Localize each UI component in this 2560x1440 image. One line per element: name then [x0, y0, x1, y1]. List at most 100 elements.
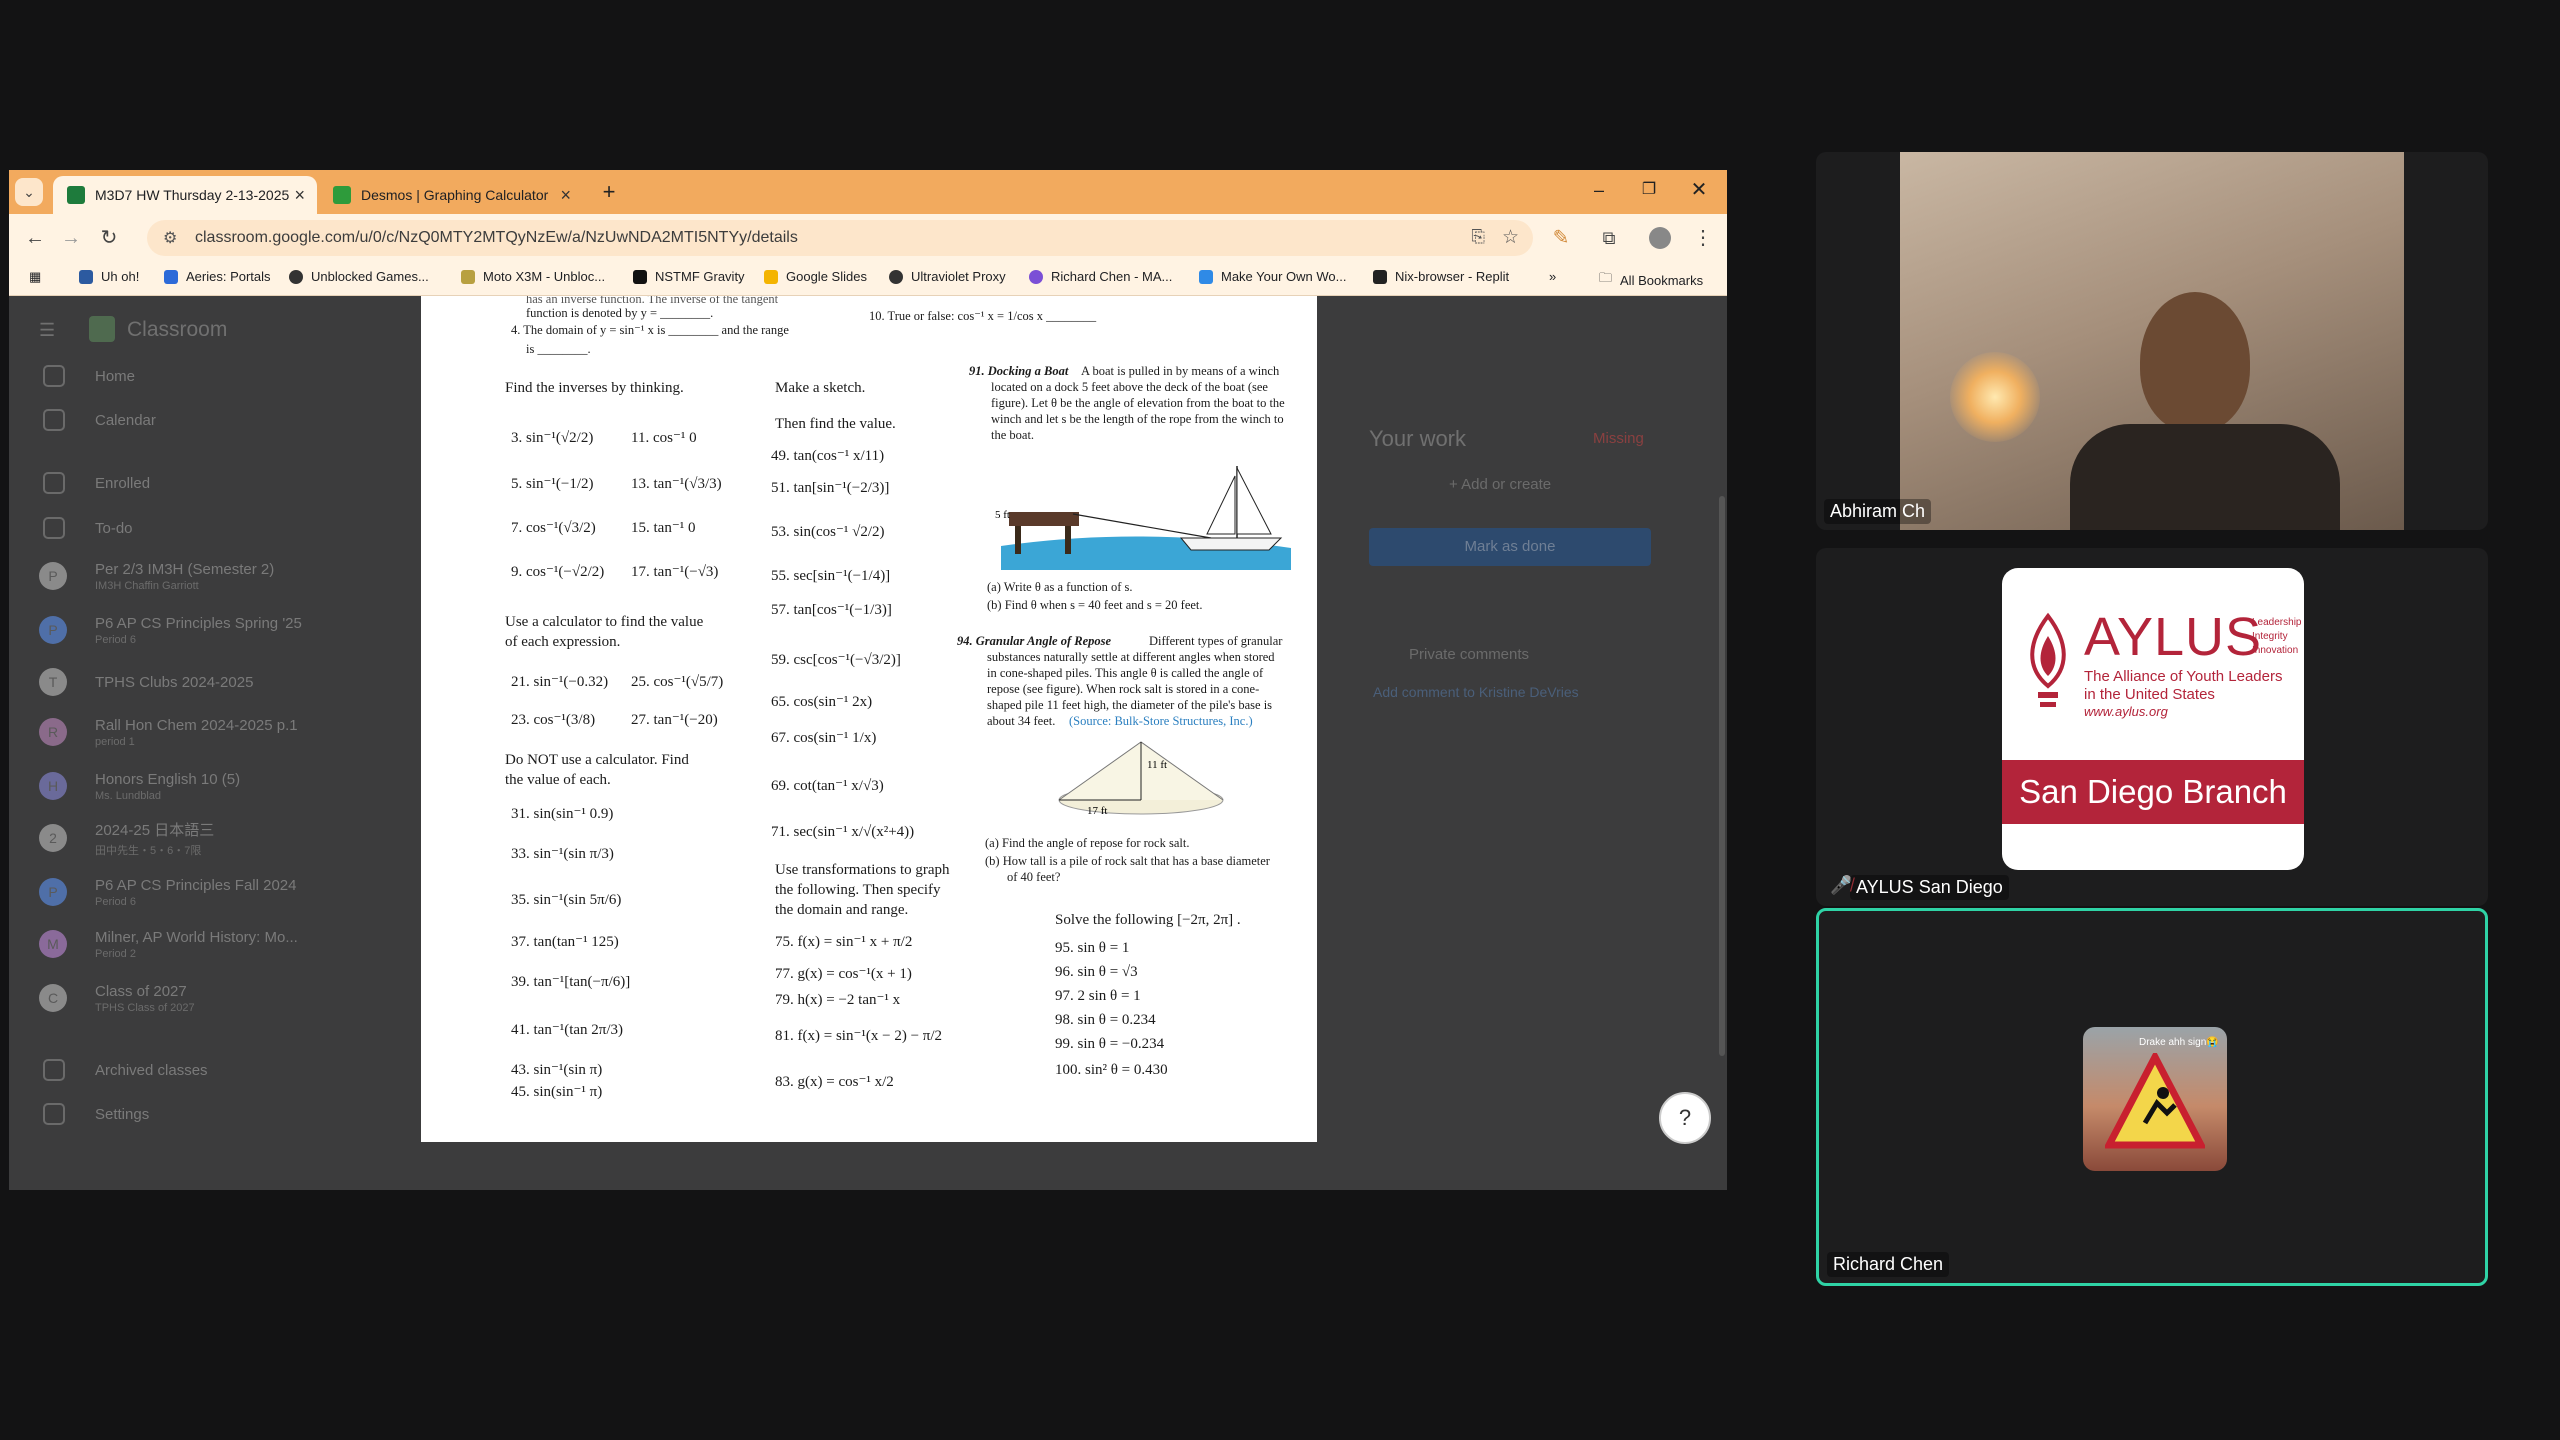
figure-label: 5 ft: [995, 509, 1010, 521]
sidebar-item-label: Honors English 10 (5) Ms. Lundblad: [95, 770, 241, 802]
tab-desmos[interactable]: Desmos | Graphing Calculator ×: [319, 176, 583, 214]
bookmark-make-your-own[interactable]: Make Your Own Wo...: [1199, 269, 1347, 284]
close-window-icon[interactable]: ✕: [1685, 176, 1713, 204]
scrollbar[interactable]: [1719, 496, 1725, 1056]
back-icon[interactable]: ←: [21, 224, 49, 252]
participant-tile-aylus[interactable]: AYLUS Leadership Integrity Innovation Th…: [1816, 548, 2488, 906]
bookmark-unblocked-games[interactable]: Unblocked Games...: [289, 269, 429, 284]
install-app-icon[interactable]: ⎘: [1471, 227, 1485, 247]
profile-avatar[interactable]: [1649, 227, 1671, 249]
worksheet-text: Different types of granular: [1149, 634, 1283, 648]
bookmark-ultraviolet[interactable]: Ultraviolet Proxy: [889, 269, 1006, 284]
bookmark-nstmf-gravity[interactable]: NSTMF Gravity: [633, 269, 745, 284]
worksheet-text: about 34 feet.: [987, 714, 1056, 728]
bookmark-nix-browser[interactable]: Nix-browser - Replit: [1373, 269, 1509, 284]
menu-icon[interactable]: ⋮: [1689, 224, 1717, 252]
close-tab-icon[interactable]: ×: [560, 185, 571, 206]
bookmark-star-icon[interactable]: ☆: [1502, 226, 1519, 249]
apps-grid-icon[interactable]: ▦: [29, 269, 41, 285]
class-avatar: C: [39, 984, 67, 1012]
sidebar-item-label: TPHS Clubs 2024-2025: [95, 673, 254, 691]
sidebar-item-label: Settings: [95, 1105, 150, 1123]
address-bar[interactable]: ⚙ classroom.google.com/u/0/c/NzQ0MTY2MTQ…: [147, 220, 1533, 256]
tab-title: M3D7 HW Thursday 2-13-2025: [95, 187, 290, 203]
tab-bar: ⌄ M3D7 HW Thursday 2-13-2025 × Desmos | …: [9, 170, 1727, 214]
sidebar-item-label: To-do: [95, 519, 133, 537]
participant-tile-abhiram[interactable]: Abhiram Ch: [1816, 152, 2488, 530]
participant-tile-richard[interactable]: Drake ahh sign😭 Richard Chen: [1816, 908, 2488, 1286]
bookmark-uh-oh[interactable]: Uh oh!: [79, 269, 139, 284]
reload-icon[interactable]: ↻: [95, 224, 123, 252]
section-heading: the domain and range.: [775, 902, 909, 918]
sidebar-item[interactable]: Enrolled: [9, 461, 399, 505]
worksheet-text: function is denoted by y = ________.: [526, 306, 714, 320]
class-avatar: R: [39, 718, 67, 746]
webcam-video: [1900, 152, 2404, 530]
sidebar-item[interactable]: R Rall Hon Chem 2024-2025 p.1 period 1: [9, 710, 399, 754]
problem-96: 96. sin θ = √3: [1055, 964, 1138, 980]
tab-search-chevron-icon[interactable]: ⌄: [15, 178, 43, 206]
moto-icon: [461, 269, 475, 284]
restore-icon[interactable]: ❐: [1635, 176, 1663, 204]
problem-35: 35. sin⁻¹(sin 5π/6): [511, 892, 622, 908]
problem-39: 39. tan⁻¹[tan(−π/6)]: [511, 974, 631, 990]
sidebar-item[interactable]: Settings: [9, 1092, 399, 1136]
forward-icon[interactable]: →: [57, 224, 85, 252]
help-button[interactable]: ?: [1659, 1092, 1711, 1144]
aeries-icon: [164, 269, 178, 284]
sidebar-item-subtitle: Ms. Lundblad: [95, 789, 162, 802]
section-heading: Find the inverses by thinking.: [505, 380, 684, 396]
close-tab-icon[interactable]: ×: [294, 185, 305, 206]
site-info-icon[interactable]: ⚙: [163, 228, 177, 248]
sidebar-item[interactable]: C Class of 2027 TPHS Class of 2027: [9, 976, 399, 1020]
bookmark-aeries[interactable]: Aeries: Portals: [164, 269, 271, 284]
section-heading: Do NOT use a calculator. Find: [505, 752, 689, 768]
tab-classroom[interactable]: M3D7 HW Thursday 2-13-2025 ×: [53, 176, 317, 214]
shield-icon: [79, 269, 93, 284]
sidebar-item[interactable]: To-do: [9, 506, 399, 550]
problem-43: 43. sin⁻¹(sin π): [511, 1062, 603, 1078]
sidebar-item[interactable]: T TPHS Clubs 2024-2025: [9, 660, 399, 704]
sidebar-item-label: Per 2/3 IM3H (Semester 2) IM3H Chaffin Ga…: [95, 560, 275, 592]
sidebar-nav-icon: [43, 1103, 65, 1125]
extensions-icon[interactable]: ⧉: [1595, 224, 1623, 252]
sidebar-item[interactable]: Archived classes: [9, 1048, 399, 1092]
sidebar-item[interactable]: Home: [9, 354, 399, 398]
problem-9: 9. cos⁻¹(−√2/2): [511, 564, 605, 580]
sidebar-item[interactable]: H Honors English 10 (5) Ms. Lundblad: [9, 764, 399, 808]
add-or-create-button[interactable]: + Add or create: [1449, 476, 1551, 493]
bookmark-google-slides[interactable]: Google Slides: [764, 269, 867, 284]
sidebar-item[interactable]: P Per 2/3 IM3H (Semester 2) IM3H Chaffin G…: [9, 554, 399, 598]
sidebar-item[interactable]: P P6 AP CS Principles Fall 2024 Period 6: [9, 870, 399, 914]
problem-91-title: 91. Docking a Boat: [969, 364, 1069, 378]
sidebar-item-subtitle: period 1: [95, 735, 135, 748]
problem-17: 17. tan⁻¹(−√3): [631, 564, 719, 580]
tagline-text: Leadership: [2252, 617, 2302, 628]
person-shirt: [2070, 424, 2340, 530]
aylus-text: The Alliance of Youth Leaders: [2084, 668, 2283, 685]
problem-10: 10. True or false: cos⁻¹ x = 1/cos x ___…: [869, 309, 1097, 323]
problem-94-a: (a) Find the angle of repose for rock sa…: [985, 836, 1190, 850]
mark-as-done-button[interactable]: Mark as done: [1369, 528, 1651, 566]
pen-extension-icon[interactable]: ✎: [1547, 224, 1575, 252]
sidebar-item[interactable]: Calendar: [9, 398, 399, 442]
sidebar-item[interactable]: M Milner, AP World History: Mo... Period 2: [9, 922, 399, 966]
problem-33: 33. sin⁻¹(sin π/3): [511, 846, 614, 862]
add-comment-link[interactable]: Add comment to Kristine DeVries: [1373, 684, 1579, 700]
minimize-icon[interactable]: –: [1585, 176, 1613, 204]
sidebar-nav-icon: [43, 1059, 65, 1081]
more-bookmarks-icon[interactable]: »: [1549, 269, 1556, 284]
tagline-text: Integrity: [2252, 631, 2288, 642]
new-tab-icon[interactable]: +: [595, 178, 623, 206]
sidebar-item[interactable]: P P6 AP CS Principles Spring '25 Period 6: [9, 608, 399, 652]
all-bookmarks[interactable]: 🗀 All Bookmarks: [1599, 269, 1703, 291]
sail: [1236, 467, 1272, 535]
slides-icon: [764, 269, 778, 284]
bookmark-richard-chen[interactable]: Richard Chen - MA...: [1029, 269, 1172, 284]
problem-59: 59. csc[cos⁻¹(−√3/2)]: [771, 652, 901, 668]
dock-post: [1065, 526, 1071, 554]
problem-91-a: (a) Write θ as a function of s.: [987, 580, 1133, 594]
missing-status: Missing: [1593, 430, 1644, 447]
bookmark-moto-x3m[interactable]: Moto X3M - Unbloc...: [461, 269, 605, 284]
sidebar-item[interactable]: 2 2024-25 日本語三 田中先生・5・6・7限: [9, 816, 399, 860]
